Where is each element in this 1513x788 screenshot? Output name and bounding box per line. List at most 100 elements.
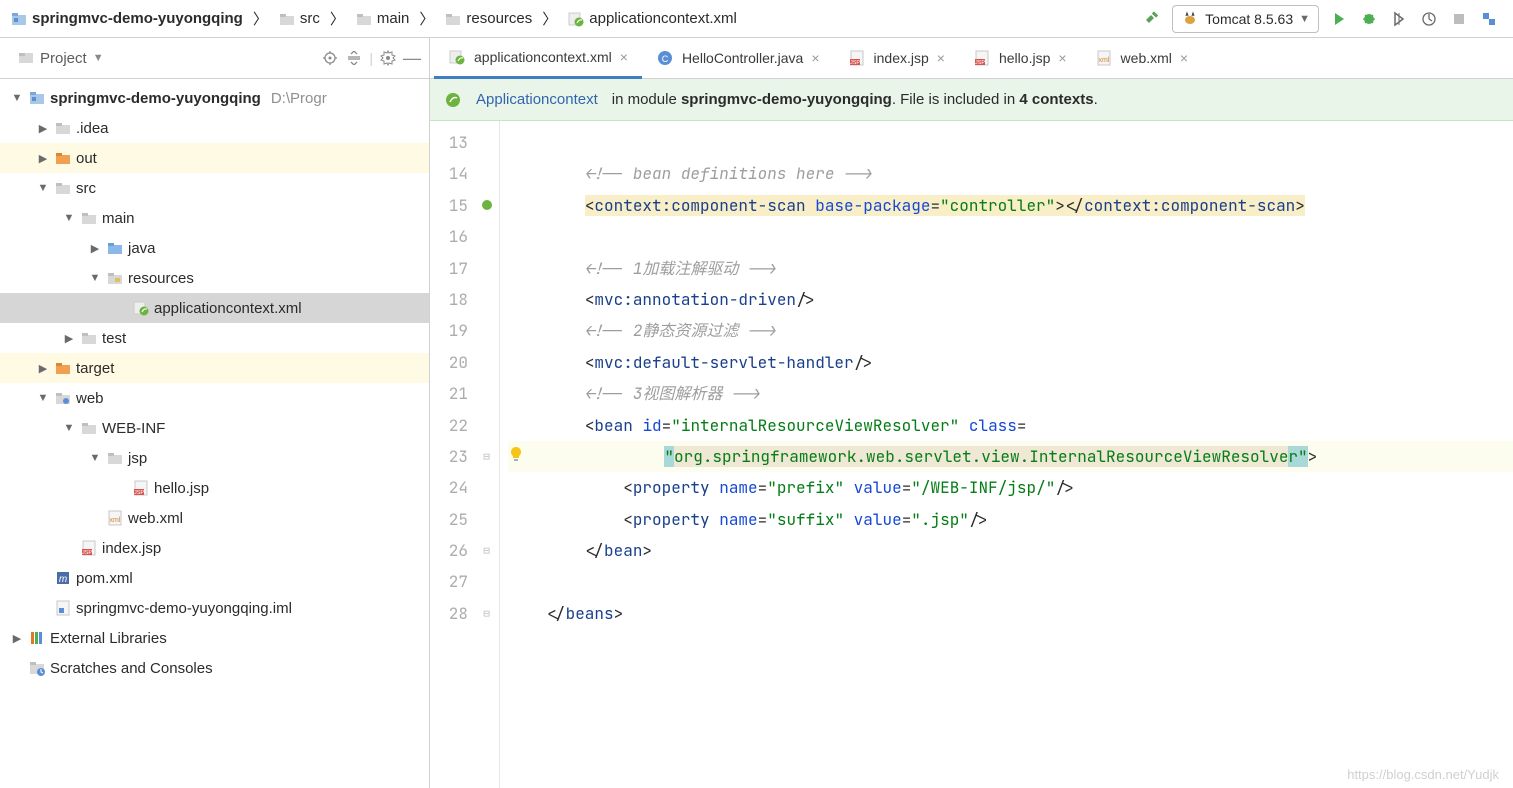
breadcrumb-item[interactable]: src xyxy=(274,8,324,30)
project-panel-title[interactable]: Project ▼ xyxy=(18,50,315,67)
code-line[interactable]: <!-- 1加载注解驱动 --> xyxy=(508,253,1513,284)
tree-twisty-icon[interactable]: ▶ xyxy=(62,332,76,345)
build-hammer-icon[interactable] xyxy=(1142,9,1162,29)
breadcrumb-item[interactable]: applicationcontext.xml xyxy=(563,8,741,30)
tree-node[interactable]: ▶External Libraries xyxy=(0,623,429,653)
code-line[interactable]: "org.springframework.web.servlet.view.In… xyxy=(508,441,1513,472)
line-number: 14 xyxy=(430,158,468,189)
code-line[interactable]: <!-- 3视图解析器 --> xyxy=(508,378,1513,409)
close-icon[interactable]: × xyxy=(1058,50,1066,66)
editor-tab[interactable]: CHelloController.java× xyxy=(642,38,834,79)
tree-twisty-icon[interactable]: ▼ xyxy=(36,392,50,404)
profile-icon[interactable] xyxy=(1419,9,1439,29)
line-number: 18 xyxy=(430,284,468,315)
tree-twisty-icon[interactable]: ▶ xyxy=(36,122,50,135)
coverage-icon[interactable] xyxy=(1389,9,1409,29)
tree-node-label: main xyxy=(102,210,135,227)
chevron-right-icon: 〉 xyxy=(419,8,434,29)
tree-node-label: java xyxy=(128,240,156,257)
code-line[interactable] xyxy=(508,127,1513,158)
tree-twisty-icon[interactable]: ▼ xyxy=(36,182,50,194)
tree-node[interactable]: JSPindex.jsp xyxy=(0,533,429,563)
run-icon[interactable] xyxy=(1329,9,1349,29)
intention-bulb-icon[interactable] xyxy=(508,446,530,462)
code-line[interactable]: <context:component-scan base-package="co… xyxy=(508,190,1513,221)
locate-icon[interactable] xyxy=(321,49,339,67)
tree-twisty-icon[interactable]: ▶ xyxy=(10,632,24,645)
toolbar-right: Tomcat 8.5.63 ▼ xyxy=(1142,5,1507,33)
tree-node[interactable]: ▼ main xyxy=(0,203,429,233)
code-line[interactable] xyxy=(508,221,1513,252)
code-line[interactable]: <mvc:default-servlet-handler/> xyxy=(508,347,1513,378)
close-icon[interactable]: × xyxy=(620,49,628,65)
close-icon[interactable]: × xyxy=(937,50,945,66)
tree-node[interactable]: ▼src xyxy=(0,173,429,203)
code-line[interactable] xyxy=(508,566,1513,597)
tree-twisty-icon[interactable]: ▼ xyxy=(62,212,76,224)
run-config-selector[interactable]: Tomcat 8.5.63 ▼ xyxy=(1172,5,1319,33)
update-icon[interactable] xyxy=(1479,9,1499,29)
tree-node-label: pom.xml xyxy=(76,570,133,587)
tree-twisty-icon[interactable]: ▼ xyxy=(88,452,102,464)
line-number-gutter: 13141516171819202122232425262728 xyxy=(430,121,474,788)
folder-orange-icon xyxy=(54,359,72,377)
tree-node[interactable]: ▼web xyxy=(0,383,429,413)
tree-node[interactable]: ▼jsp xyxy=(0,443,429,473)
editor-tab[interactable]: JSPhello.jsp× xyxy=(959,38,1081,79)
close-icon[interactable]: × xyxy=(1180,50,1188,66)
close-icon[interactable]: × xyxy=(811,50,819,66)
expand-all-icon[interactable] xyxy=(345,49,363,67)
code-line[interactable]: </beans> xyxy=(508,598,1513,629)
editor-tab[interactable]: JSPindex.jsp× xyxy=(834,38,959,79)
tree-twisty-icon[interactable]: ▼ xyxy=(88,272,102,284)
module-icon xyxy=(10,10,28,28)
debug-icon[interactable] xyxy=(1359,9,1379,29)
tree-node[interactable]: ▼WEB-INF xyxy=(0,413,429,443)
line-number: 26 xyxy=(430,535,468,566)
project-panel-header: Project ▼ | — xyxy=(0,38,429,79)
code-line[interactable]: <bean id="internalResourceViewResolver" … xyxy=(508,410,1513,441)
code-line[interactable]: <!-- bean definitions here --> xyxy=(508,158,1513,189)
tree-node[interactable]: Scratches and Consoles xyxy=(0,653,429,683)
tree-node[interactable]: ▼springmvc-demo-yuyongqingD:\Progr xyxy=(0,83,429,113)
tree-node[interactable]: ▼resources xyxy=(0,263,429,293)
tree-twisty-icon[interactable]: ▶ xyxy=(36,362,50,375)
tree-twisty-icon[interactable]: ▶ xyxy=(36,152,50,165)
code-line[interactable]: <property name="prefix" value="/WEB-INF/… xyxy=(508,472,1513,503)
breadcrumb-item[interactable]: springmvc-demo-yuyongqing xyxy=(6,8,247,30)
module-icon xyxy=(28,89,46,107)
settings-gear-icon[interactable] xyxy=(379,49,397,67)
project-tree[interactable]: ▼springmvc-demo-yuyongqingD:\Progr▶.idea… xyxy=(0,79,429,788)
spring-icon xyxy=(448,48,466,66)
hide-panel-icon[interactable]: — xyxy=(403,49,421,67)
tree-twisty-icon[interactable]: ▼ xyxy=(10,92,24,104)
editor-tab[interactable]: xmlweb.xml× xyxy=(1081,38,1203,79)
code-lines[interactable]: <!-- bean definitions here --> <context:… xyxy=(500,121,1513,788)
breadcrumb-item[interactable]: resources xyxy=(440,8,536,30)
tree-node[interactable]: springmvc-demo-yuyongqing.iml xyxy=(0,593,429,623)
folder-blue-icon xyxy=(106,239,124,257)
tree-node[interactable]: xmlweb.xml xyxy=(0,503,429,533)
tree-node[interactable]: applicationcontext.xml xyxy=(0,293,429,323)
stop-icon[interactable] xyxy=(1449,9,1469,29)
spring-config-link[interactable]: Applicationcontext xyxy=(476,91,598,108)
folder-res-icon xyxy=(106,269,124,287)
tree-node[interactable]: JSPhello.jsp xyxy=(0,473,429,503)
tree-node[interactable]: ▶ java xyxy=(0,233,429,263)
editor-tab[interactable]: applicationcontext.xml× xyxy=(434,38,642,79)
tree-twisty-icon[interactable]: ▶ xyxy=(88,242,102,255)
svg-text:JSP: JSP xyxy=(849,60,859,66)
code-line[interactable]: </bean> xyxy=(508,535,1513,566)
tree-node[interactable]: ▶out xyxy=(0,143,429,173)
code-line[interactable]: <!-- 2静态资源过滤 --> xyxy=(508,315,1513,346)
line-number: 23 xyxy=(430,441,468,472)
code-editor[interactable]: 13141516171819202122232425262728 ⊟⊟⊟ <!-… xyxy=(430,121,1513,788)
code-line[interactable]: <mvc:annotation-driven/> xyxy=(508,284,1513,315)
breadcrumb-item[interactable]: main xyxy=(351,8,414,30)
tree-node[interactable]: ▶test xyxy=(0,323,429,353)
tree-node[interactable]: ▶target xyxy=(0,353,429,383)
tree-node[interactable]: mpom.xml xyxy=(0,563,429,593)
code-line[interactable]: <property name="suffix" value=".jsp"/> xyxy=(508,504,1513,535)
tree-node[interactable]: ▶.idea xyxy=(0,113,429,143)
tree-twisty-icon[interactable]: ▼ xyxy=(62,422,76,434)
